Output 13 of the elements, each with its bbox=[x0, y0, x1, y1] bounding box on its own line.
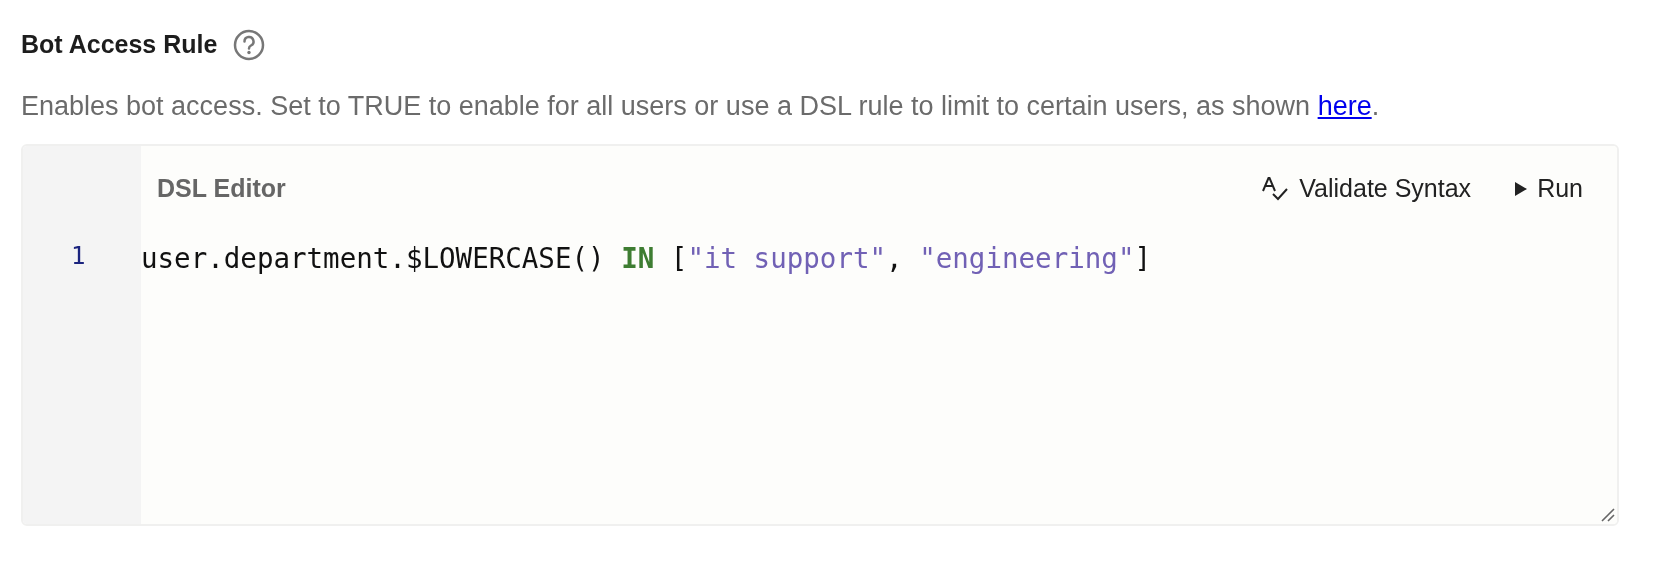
play-icon bbox=[1515, 181, 1528, 196]
validate-button[interactable]: Validate Syntax bbox=[1261, 170, 1472, 208]
resize-handle-icon[interactable] bbox=[1601, 508, 1615, 522]
run-button[interactable]: Run bbox=[1515, 170, 1583, 208]
help-link[interactable]: here bbox=[1317, 90, 1372, 121]
description-text: Enables bot access. Set to TRUE to enable for all users or use a DSL rule to limit to certain users, as shown here. bbox=[21, 89, 1381, 123]
field-label: Bot Access Rule bbox=[21, 29, 218, 60]
code-line: user.department.$LOWERCASE() IN ["it support", "engineering"] bbox=[141, 240, 1152, 276]
help-icon[interactable] bbox=[233, 28, 266, 61]
spellcheck-icon bbox=[1261, 175, 1290, 202]
editor-title: DSL Editor bbox=[157, 173, 286, 204]
code-editor[interactable]: DSL Editor Validate Syntax Run 1 user.department.$LOWERCASE() IN ["it support", "engineering"] bbox=[21, 144, 1619, 526]
line-number: 1 bbox=[71, 240, 86, 272]
